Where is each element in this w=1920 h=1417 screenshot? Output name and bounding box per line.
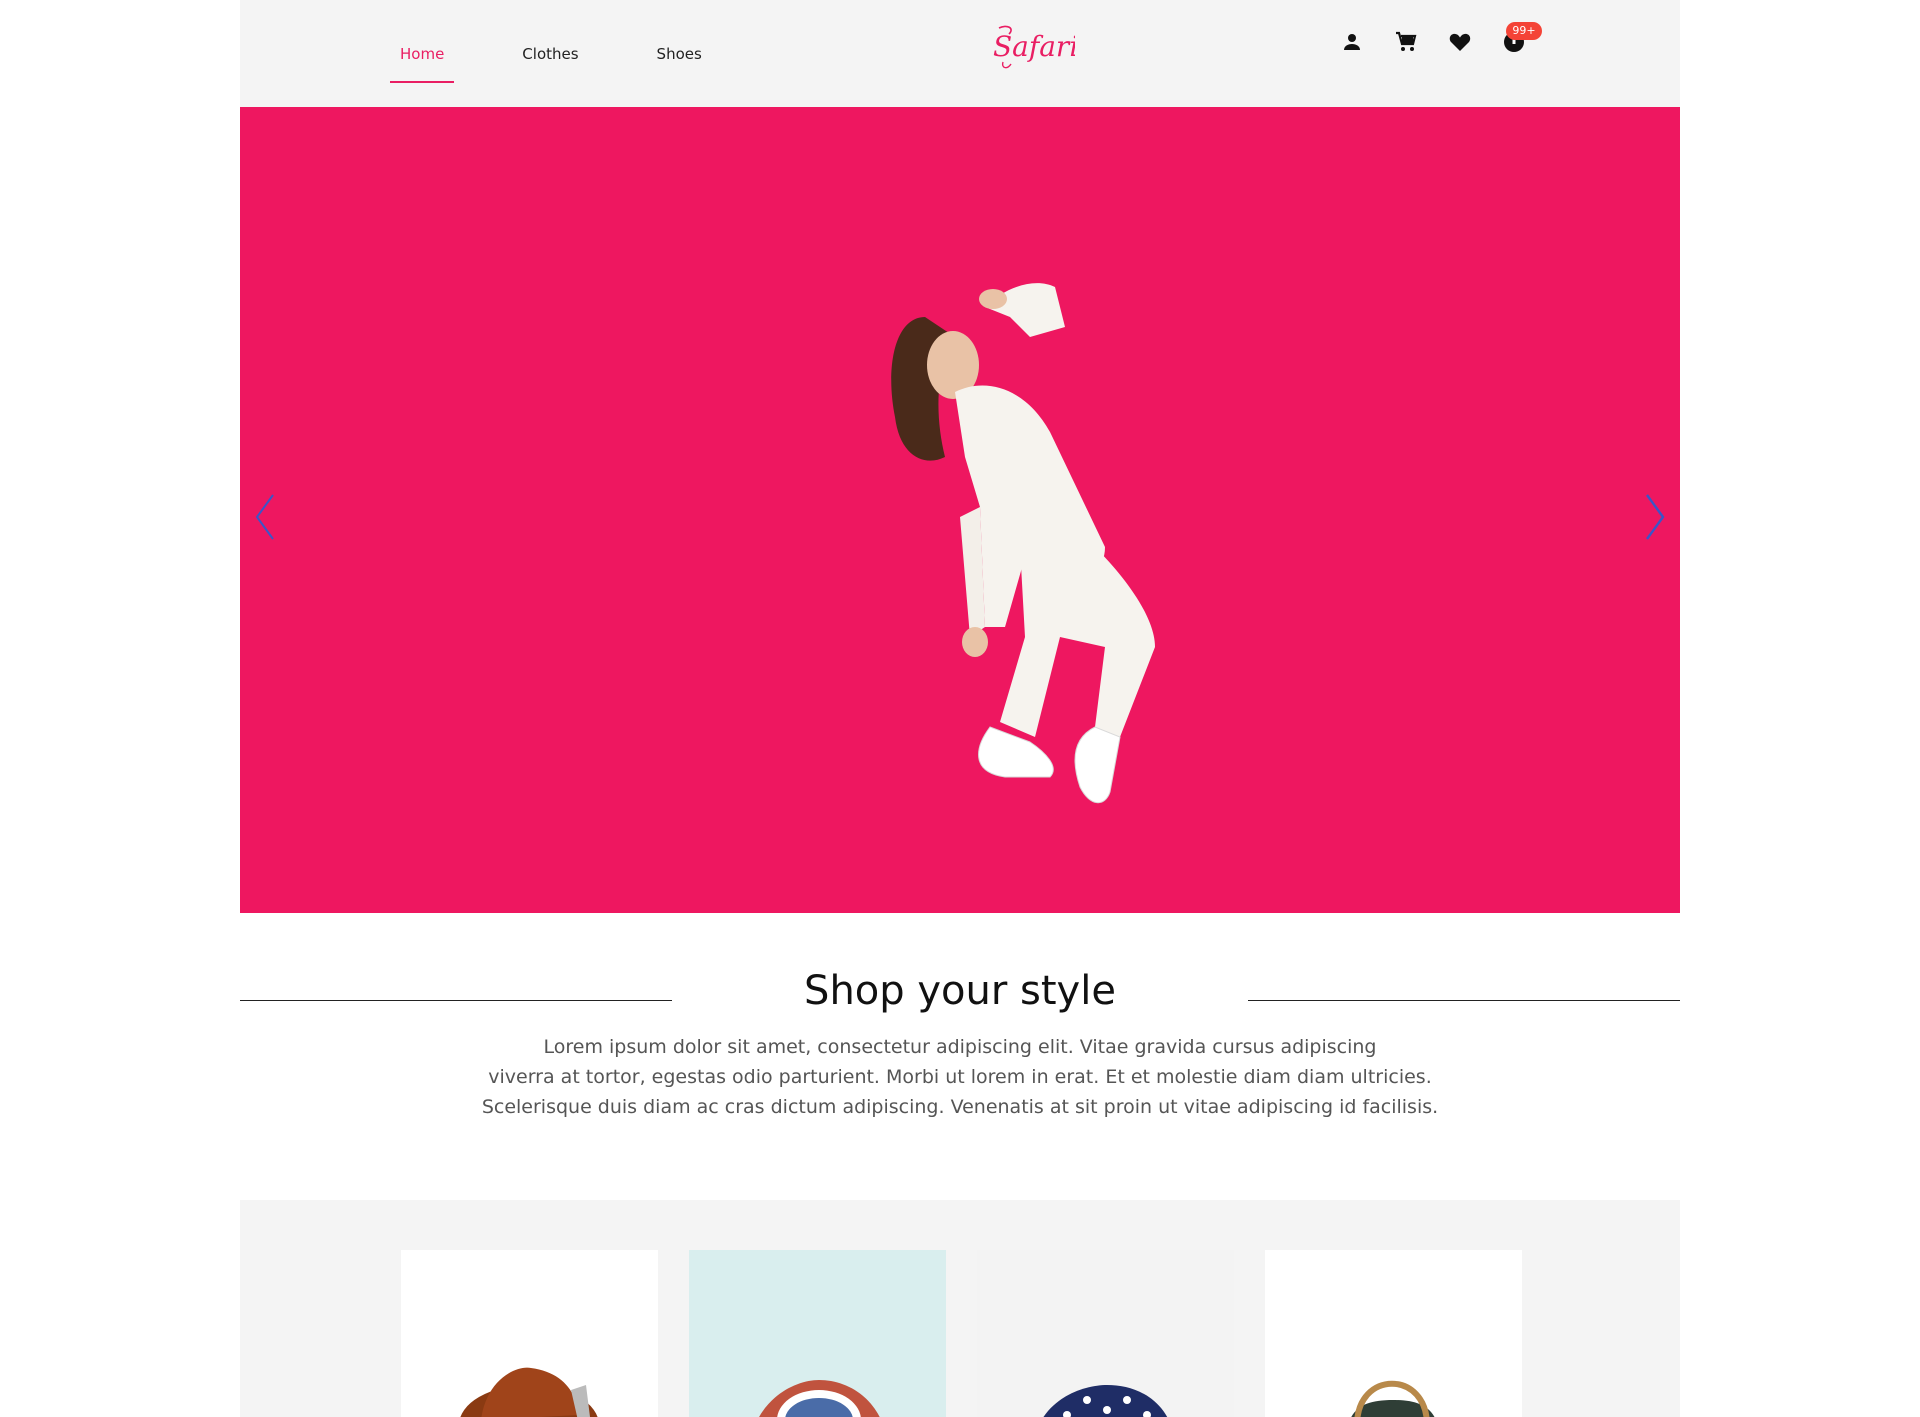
header-icons: 99+ [1340,22,1556,54]
main-nav: Home Clothes Shoes [390,0,712,107]
product-image-bag [1351,1380,1435,1417]
wishlist-button[interactable] [1448,30,1472,54]
hero-carousel [240,107,1680,913]
product-card-hat[interactable] [401,1250,658,1417]
description-line: Scelerisque duis diam ac cras dictum adi… [481,1096,1439,1118]
section-title: Shop your style [804,968,1116,1014]
chevron-left-icon [255,494,274,540]
notifications-button[interactable]: 99+ [1502,22,1542,54]
description-line: viverra at tortor, egestas odio parturie… [488,1066,1432,1088]
description-line: Lorem ipsum dolor sit amet, consectetur … [543,1036,1377,1058]
nav-clothes[interactable]: Clothes [512,45,588,63]
heart-icon [1449,33,1471,51]
product-card-stars-cap[interactable] [977,1250,1234,1417]
heading-divider-right [1248,1000,1680,1001]
nav-home[interactable]: Home [390,45,455,83]
account-button[interactable] [1340,30,1364,54]
product-grid [240,1200,1680,1417]
notification-badge: 99+ [1506,22,1542,40]
brand-logo[interactable]: Safari [985,22,1078,72]
carousel-prev-button[interactable] [245,487,285,547]
site-header: Home Clothes Shoes Safari 99+ [240,0,1680,107]
logo-mark: Safari [993,25,1078,69]
chevron-right-icon [1646,494,1665,540]
product-image-cap [759,1380,880,1417]
product-image-hat [460,1367,598,1417]
product-card-bag[interactable] [1265,1250,1522,1417]
page: Home Clothes Shoes Safari 99+ Shop your … [0,0,1920,1417]
hero-model-image [891,283,1155,804]
cart-icon [1396,31,1417,51]
carousel-next-button[interactable] [1635,487,1675,547]
product-image-stars-cap [1043,1385,1168,1417]
product-card-cap[interactable] [689,1250,946,1417]
cart-button[interactable] [1394,30,1418,54]
person-icon [1344,34,1360,50]
logo-text: Safari [993,30,1075,63]
section-heading: Shop your style [240,960,1680,1020]
section-description: Lorem ipsum dolor sit amet, consectetur … [480,1032,1440,1122]
nav-shoes[interactable]: Shoes [647,45,712,63]
